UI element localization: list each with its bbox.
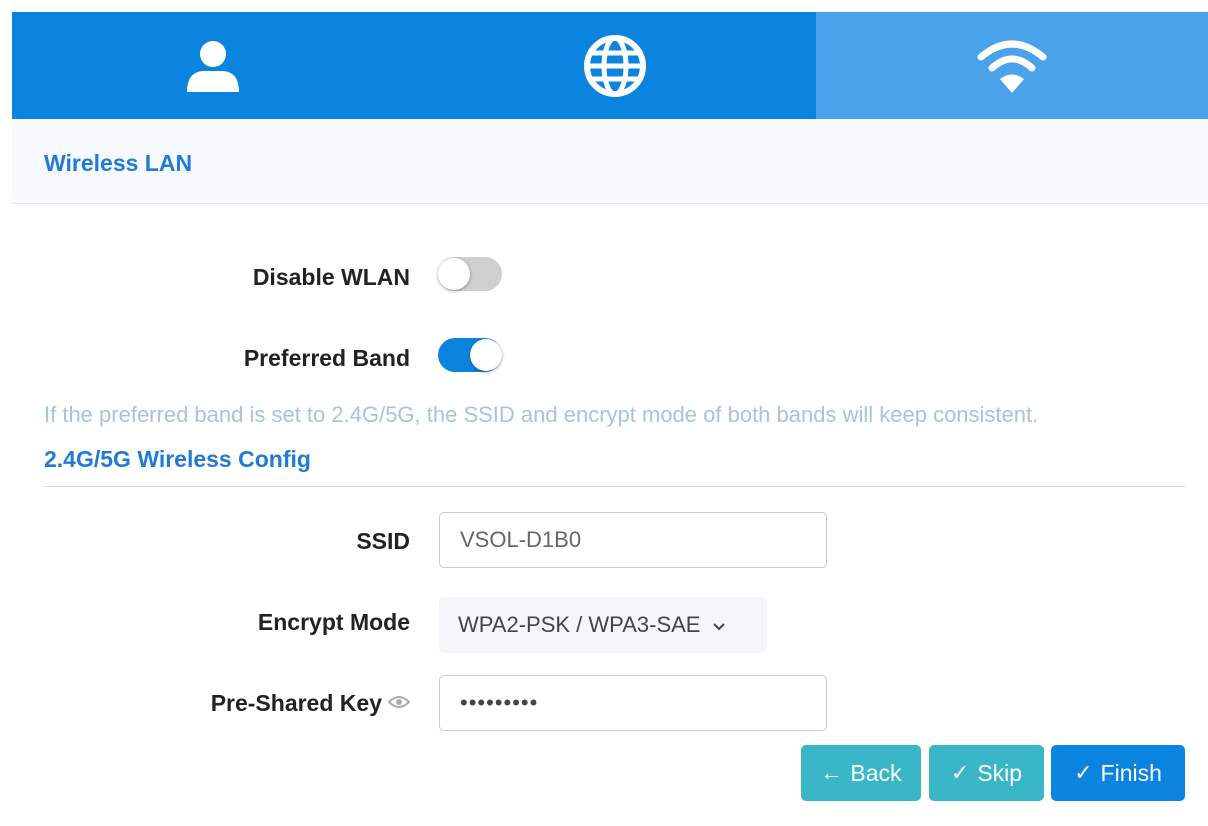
disable-wlan-label: Disable WLAN (252, 264, 410, 290)
preferred-band-toggle[interactable] (438, 338, 502, 372)
step-account[interactable] (12, 12, 414, 119)
back-button-label: Back (850, 759, 902, 786)
subsection-title: 2.4G/5G Wireless Config (44, 446, 311, 472)
check-icon: ✓ (1074, 760, 1093, 785)
toggle-knob (438, 258, 470, 290)
back-button[interactable]: ← Back (801, 745, 921, 801)
user-icon (185, 38, 241, 94)
preferred-band-hint: If the preferred band is set to 2.4G/5G,… (44, 402, 1039, 427)
check-icon: ✓ (950, 760, 970, 785)
section-header: Wireless LAN (12, 119, 1208, 204)
psk-input[interactable] (439, 675, 827, 731)
step-wireless[interactable] (816, 12, 1208, 119)
encrypt-mode-value: WPA2-PSK / WPA3-SAE (458, 612, 701, 637)
finish-button-label: Finish (1100, 759, 1162, 786)
psk-label-row: Pre-Shared Key (210, 689, 411, 717)
wizard-steps (12, 12, 1208, 119)
ssid-input[interactable] (439, 512, 827, 568)
skip-button[interactable]: ✓ Skip (929, 745, 1044, 801)
ssid-label: SSID (356, 528, 410, 554)
skip-button-label: Skip (977, 759, 1023, 786)
divider (44, 486, 1186, 487)
disable-wlan-toggle[interactable] (438, 257, 502, 291)
finish-button[interactable]: ✓ Finish (1051, 745, 1185, 801)
toggle-knob (470, 339, 502, 371)
eye-icon[interactable] (387, 689, 411, 716)
preferred-band-label: Preferred Band (243, 345, 410, 371)
encrypt-mode-select[interactable]: WPA2-PSK / WPA3-SAE (439, 597, 767, 653)
psk-label: Pre-Shared Key (210, 690, 382, 716)
encrypt-mode-label: Encrypt Mode (257, 609, 410, 635)
section-title: Wireless LAN (44, 150, 193, 176)
arrow-left-icon: ← (820, 760, 843, 785)
step-internet[interactable] (414, 12, 816, 119)
chevron-down-icon (712, 612, 726, 638)
globe-icon (582, 33, 648, 99)
wifi-icon (977, 37, 1047, 95)
